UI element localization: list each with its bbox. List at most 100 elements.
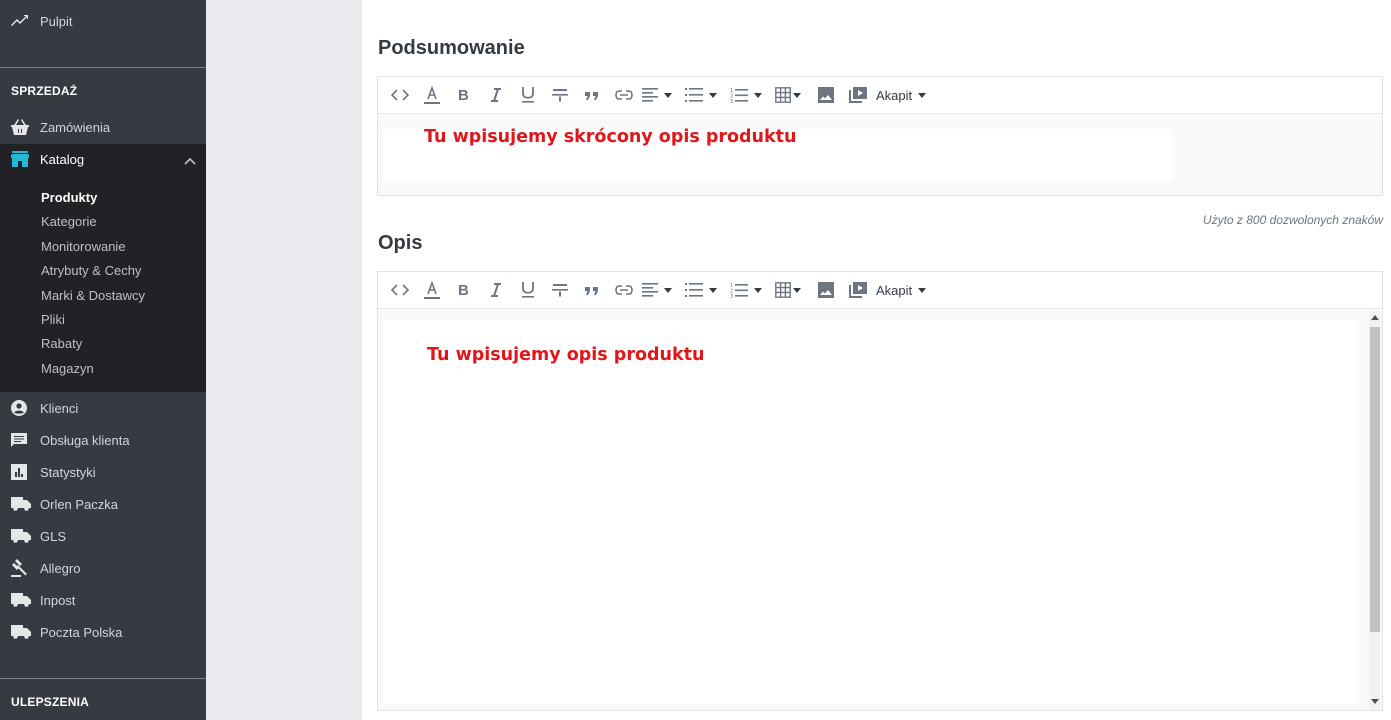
subitem-products[interactable]: Produkty <box>41 190 97 205</box>
sidebar-item-customer-service[interactable]: Obsługa klienta <box>0 426 206 454</box>
sidebar-item-customers[interactable]: Klienci <box>0 394 206 422</box>
numbered-list-icon: 123 <box>730 88 748 103</box>
content-gutter <box>206 0 362 720</box>
description-scrollbar[interactable] <box>1369 311 1380 710</box>
subitem-monitoring[interactable]: Monitorowanie <box>41 239 126 254</box>
scroll-down-arrow-icon[interactable] <box>1371 699 1379 704</box>
numbered-list-icon: 123 <box>730 283 748 298</box>
text-color-icon[interactable] <box>418 83 445 107</box>
numbered-list-dropdown[interactable]: 123 <box>730 83 764 107</box>
caret-down-icon <box>793 92 801 98</box>
sidebar: Pulpit SPRZEDAŻ Zamówienia Katalog Produ… <box>0 0 206 720</box>
summary-editor: B 1 2 3 Akapit Tu wpisujemy skrócony opi… <box>377 76 1383 196</box>
bullet-list-dropdown[interactable] <box>685 83 719 107</box>
sidebar-item-label: Pulpit <box>40 13 73 29</box>
caret-down-icon <box>664 92 672 98</box>
paragraph-format-dropdown[interactable]: Akapit <box>876 278 927 302</box>
align-left-icon <box>642 88 658 102</box>
quote-icon[interactable] <box>578 278 605 302</box>
subitem-brands[interactable]: Marki & Dostawcy <box>41 288 145 303</box>
truck-icon <box>11 527 31 545</box>
character-count-hint: Użyto z 800 dozwolonych znaków <box>1202 213 1383 227</box>
sidebar-item-label: GLS <box>40 528 67 544</box>
table-icon <box>775 87 791 103</box>
divider <box>0 67 206 68</box>
subitem-files[interactable]: Pliki <box>41 312 65 327</box>
subitem-attributes[interactable]: Atrybuty & Cechy <box>41 263 141 278</box>
sidebar-item-catalog[interactable]: Katalog <box>0 145 206 173</box>
sidebar-item-dashboard[interactable]: Pulpit <box>0 7 206 35</box>
code-view-icon[interactable] <box>386 278 413 302</box>
underline-icon[interactable] <box>514 278 541 302</box>
align-left-icon <box>642 283 658 297</box>
table-dropdown[interactable] <box>775 278 803 302</box>
sidebar-item-stats[interactable]: Statystyki <box>0 458 206 486</box>
basket-icon <box>11 118 31 136</box>
italic-icon[interactable] <box>482 83 509 107</box>
gavel-icon <box>11 559 31 577</box>
chevron-up-icon[interactable] <box>184 153 196 168</box>
image-icon[interactable] <box>812 83 839 107</box>
paragraph-format-dropdown[interactable]: Akapit <box>876 83 927 107</box>
bullet-list-dropdown[interactable] <box>685 278 719 302</box>
svg-text:B: B <box>458 87 469 103</box>
link-icon[interactable] <box>610 278 637 302</box>
sidebar-item-label: Obsługa klienta <box>40 432 130 448</box>
subitem-discounts[interactable]: Rabaty <box>41 336 82 351</box>
sidebar-item-label: Statystyki <box>40 464 96 480</box>
italic-icon[interactable] <box>482 278 509 302</box>
caret-down-icon <box>709 287 717 293</box>
scroll-up-arrow-icon[interactable] <box>1371 315 1379 320</box>
image-icon[interactable] <box>812 278 839 302</box>
sidebar-item-poczta[interactable]: Poczta Polska <box>0 618 206 646</box>
align-dropdown[interactable] <box>642 83 674 107</box>
sidebar-item-label: Klienci <box>40 400 79 416</box>
paragraph-format-label: Akapit <box>876 87 913 103</box>
caret-down-icon <box>918 92 927 98</box>
sidebar-item-inpost[interactable]: Inpost <box>0 586 206 614</box>
text-color-icon[interactable] <box>418 278 445 302</box>
sidebar-item-orlen[interactable]: Orlen Paczka <box>0 490 206 518</box>
bold-icon[interactable]: B <box>450 278 477 302</box>
divider <box>0 678 206 679</box>
sidebar-item-orders[interactable]: Zamówienia <box>0 113 206 141</box>
sidebar-item-label: Poczta Polska <box>40 624 123 640</box>
strikethrough-icon[interactable] <box>546 83 573 107</box>
sidebar-item-label: Katalog <box>40 151 85 167</box>
sidebar-item-label: Orlen Paczka <box>40 496 119 512</box>
subitem-stock[interactable]: Magazyn <box>41 361 94 376</box>
video-icon[interactable] <box>844 83 871 107</box>
paragraph-format-label: Akapit <box>876 282 913 298</box>
link-icon[interactable] <box>610 83 637 107</box>
strikethrough-icon[interactable] <box>546 278 573 302</box>
caret-down-icon <box>754 287 762 293</box>
sidebar-item-label: Zamówienia <box>40 119 111 135</box>
chat-icon <box>11 431 31 449</box>
trending-up-icon <box>11 12 31 30</box>
truck-icon <box>11 623 31 641</box>
numbered-list-dropdown[interactable]: 123 <box>730 278 764 302</box>
table-icon <box>775 282 791 298</box>
sidebar-item-allegro[interactable]: Allegro <box>0 554 206 582</box>
main-content: Podsumowanie B 1 2 3 Akapit Tu wpisujemy… <box>362 0 1391 720</box>
sidebar-item-gls[interactable]: GLS <box>0 522 206 550</box>
underline-icon[interactable] <box>514 83 541 107</box>
truck-icon <box>11 591 31 609</box>
table-dropdown[interactable] <box>775 83 803 107</box>
summary-toolbar: B 1 2 3 Akapit <box>378 77 1382 114</box>
description-placeholder-text: Tu wpisujemy opis produktu <box>427 345 705 365</box>
bold-icon[interactable]: B <box>450 83 477 107</box>
summary-placeholder-text: Tu wpisujemy skrócony opis produktu <box>424 127 797 147</box>
description-title: Opis <box>378 232 423 254</box>
video-icon[interactable] <box>844 278 871 302</box>
align-dropdown[interactable] <box>642 278 674 302</box>
caret-down-icon <box>664 287 672 293</box>
scrollbar-thumb[interactable] <box>1370 327 1380 632</box>
sidebar-item-label: Inpost <box>40 592 76 608</box>
subitem-categories[interactable]: Kategorie <box>41 214 97 229</box>
svg-text:3: 3 <box>730 294 733 298</box>
quote-icon[interactable] <box>578 83 605 107</box>
code-view-icon[interactable] <box>386 83 413 107</box>
store-icon <box>11 150 31 168</box>
description-content-area[interactable] <box>383 319 1357 704</box>
